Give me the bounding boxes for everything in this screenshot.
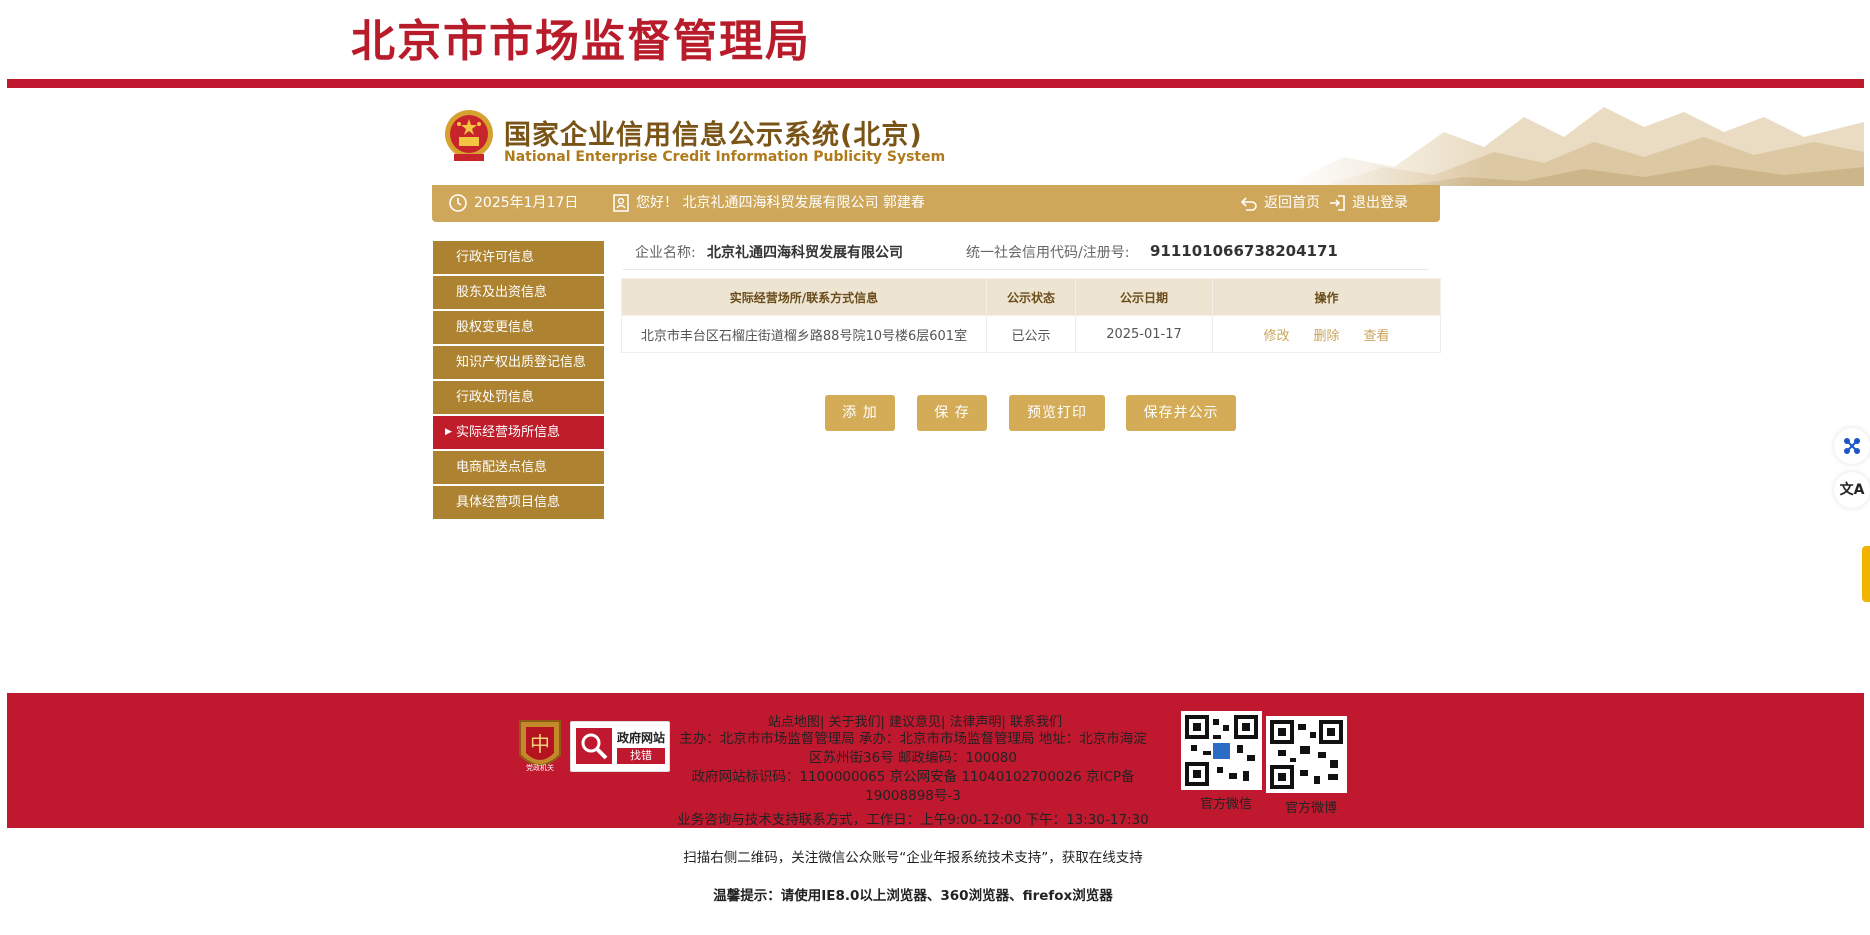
column-header-ops: 操作 — [1212, 278, 1441, 316]
footer-support-hours: 业务咨询与技术支持联系方式，工作日：上午9:00-12:00 下午：13:30-… — [677, 812, 1149, 828]
home-label: 返回首页 — [1264, 195, 1320, 211]
national-emblem-icon — [445, 110, 493, 161]
sidebar-item-label: 电商配送点信息 — [456, 460, 548, 475]
column-header-date: 公示日期 — [1075, 278, 1213, 316]
system-title-english: National Enterprise Credit Information P… — [504, 149, 946, 165]
ai-assistant-button[interactable] — [1834, 428, 1870, 464]
logout-label: 退出登录 — [1352, 195, 1408, 211]
edit-link[interactable]: 修改 — [1263, 329, 1289, 344]
footer-link-about[interactable]: 关于我们 — [828, 715, 880, 730]
sidebar-item-label: 具体经营项目信息 — [456, 495, 561, 510]
footer-browser-tip: 温馨提示：请使用IE8.0以上浏览器、360浏览器、firefox浏览器 — [713, 888, 1113, 904]
side-tab-handle[interactable] — [1862, 546, 1870, 602]
cell-address: 北京市丰台区石榴庄街道榴乡路88号院10号楼6层601室 — [621, 315, 987, 353]
credit-code-label: 统一社会信用代码/注册号: — [966, 245, 1130, 261]
return-icon — [1240, 197, 1257, 211]
system-banner: 国家企业信用信息公示系统(北京) National Enterprise Cre… — [432, 97, 1864, 186]
weibo-qr-label: 官方微博 — [1285, 801, 1338, 816]
logout-link[interactable]: 退出登录 — [1328, 185, 1408, 222]
preview-print-button[interactable]: 预览打印 — [1009, 395, 1105, 431]
sidebar-item-label: 股东及出资信息 — [456, 285, 548, 300]
gov-badge-title: 政府网站 — [617, 731, 666, 745]
company-name-label: 企业名称: — [635, 245, 696, 261]
company-info: 企业名称: 北京礼通四海科贸发展有限公司 统一社会信用代码/注册号: 91110… — [623, 239, 1428, 270]
footer-link-contact[interactable]: 联系我们 — [1010, 715, 1062, 730]
footer-link-legal[interactable]: 法律声明 — [950, 715, 1002, 730]
header-divider — [7, 79, 1864, 88]
footer-organizer: 主办：北京市市场监督管理局 承办：北京市市场监督管理局 地址：北京市海淀区苏州街… — [679, 731, 1147, 766]
footer-wechat-note: 扫描右侧二维码，关注微信公众账号“企业年报系统技术支持”，获取在线支持 — [683, 850, 1143, 866]
greeting-text: 您好！ 北京礼通四海科贸发展有限公司 郭建春 — [636, 195, 925, 211]
wechat-qr-code-icon — [1181, 711, 1262, 790]
view-link[interactable]: 查看 — [1364, 329, 1390, 344]
cell-ops: 修改 删除 查看 — [1212, 315, 1441, 353]
cell-date: 2025-01-17 — [1075, 315, 1213, 353]
premises-table: 实际经营场所/联系方式信息 公示状态 公示日期 操作 北京市丰台区石榴庄街道榴乡… — [621, 278, 1441, 353]
footer-link-sitemap[interactable]: 站点地图 — [768, 715, 820, 730]
sidebar-item-business-projects[interactable]: 具体经营项目信息 — [433, 486, 604, 519]
sidebar-item-label: 实际经营场所信息 — [456, 425, 561, 440]
translate-icon: 文A — [1839, 482, 1865, 498]
svg-text:中: 中 — [530, 732, 550, 756]
weibo-qr-code-icon — [1266, 716, 1347, 793]
network-icon — [1844, 438, 1860, 454]
column-header-status: 公示状态 — [986, 278, 1076, 316]
logout-icon — [1330, 195, 1345, 211]
triangle-right-icon: ▶ — [445, 427, 452, 437]
table-row: 北京市丰台区石榴庄街道榴乡路88号院10号楼6层601室 已公示 2025-01… — [621, 315, 1441, 353]
wechat-qr-label: 官方微信 — [1200, 797, 1253, 812]
status-bar: 2025年1月17日 您好！ 北京礼通四海科贸发展有限公司 郭建春 返回首页 退… — [432, 185, 1440, 222]
company-name: 北京礼通四海科贸发展有限公司 — [707, 245, 903, 261]
sidebar-item-shareholders[interactable]: 股东及出资信息 — [433, 276, 604, 309]
home-link[interactable]: 返回首页 — [1240, 185, 1320, 222]
table-header-row: 实际经营场所/联系方式信息 公示状态 公示日期 操作 — [621, 278, 1441, 316]
sidebar-item-label: 行政处罚信息 — [456, 390, 535, 405]
system-title: 国家企业信用信息公示系统(北京) — [504, 120, 923, 151]
credit-code: 911101066738204171 — [1150, 242, 1338, 260]
sidebar-item-equity-change[interactable]: 股权变更信息 — [433, 311, 604, 344]
sidebar-item-business-premises[interactable]: ▶ 实际经营场所信息 — [433, 416, 604, 449]
sidebar-item-label: 股权变更信息 — [456, 320, 535, 335]
footer-link-feedback[interactable]: 建议意见 — [889, 715, 941, 730]
footer-registration: 政府网站标识码：1100000065 京公网安备 11040102700026 … — [691, 769, 1135, 804]
column-header-address: 实际经营场所/联系方式信息 — [621, 278, 987, 316]
sidebar-item-ip-pledge[interactable]: 知识产权出质登记信息 — [433, 346, 604, 379]
sidebar-item-label: 知识产权出质登记信息 — [456, 355, 587, 370]
svg-text:党政机关: 党政机关 — [526, 763, 554, 772]
save-button[interactable]: 保 存 — [917, 395, 987, 431]
mountain-landscape-image — [1284, 97, 1864, 186]
translate-button[interactable]: 文A — [1834, 472, 1870, 508]
gov-badge-subtitle: 找错 — [617, 748, 665, 764]
sidebar-nav: 行政许可信息 股东及出资信息 股权变更信息 知识产权出质登记信息 行政处罚信息 … — [433, 241, 604, 521]
site-title: 北京市市场监督管理局 — [351, 16, 811, 67]
delete-link[interactable]: 删除 — [1313, 329, 1339, 344]
sidebar-item-admin-penalty[interactable]: 行政处罚信息 — [433, 381, 604, 414]
user-greeting: 您好！ 北京礼通四海科贸发展有限公司 郭建春 — [612, 185, 925, 222]
sidebar-item-admin-license[interactable]: 行政许可信息 — [433, 241, 604, 274]
cell-status: 已公示 — [986, 315, 1076, 353]
add-button[interactable]: 添 加 — [825, 395, 895, 431]
sidebar-item-ecommerce-delivery[interactable]: 电商配送点信息 — [433, 451, 604, 484]
user-card-icon — [613, 194, 629, 212]
magnifier-icon — [576, 728, 612, 764]
save-and-publish-button[interactable]: 保存并公示 — [1126, 395, 1236, 431]
date-text: 2025年1月17日 — [474, 195, 579, 211]
footer-links: 站点地图| 关于我们| 建议意见| 法律声明| 联系我们 — [767, 715, 1063, 730]
party-government-badge-icon: 中 党政机关 — [519, 720, 561, 772]
gov-site-error-report-badge[interactable]: 政府网站 找错 — [570, 721, 670, 772]
current-date: 2025年1月17日 — [448, 185, 578, 222]
clock-icon — [449, 194, 467, 212]
sidebar-item-label: 行政许可信息 — [456, 250, 535, 265]
